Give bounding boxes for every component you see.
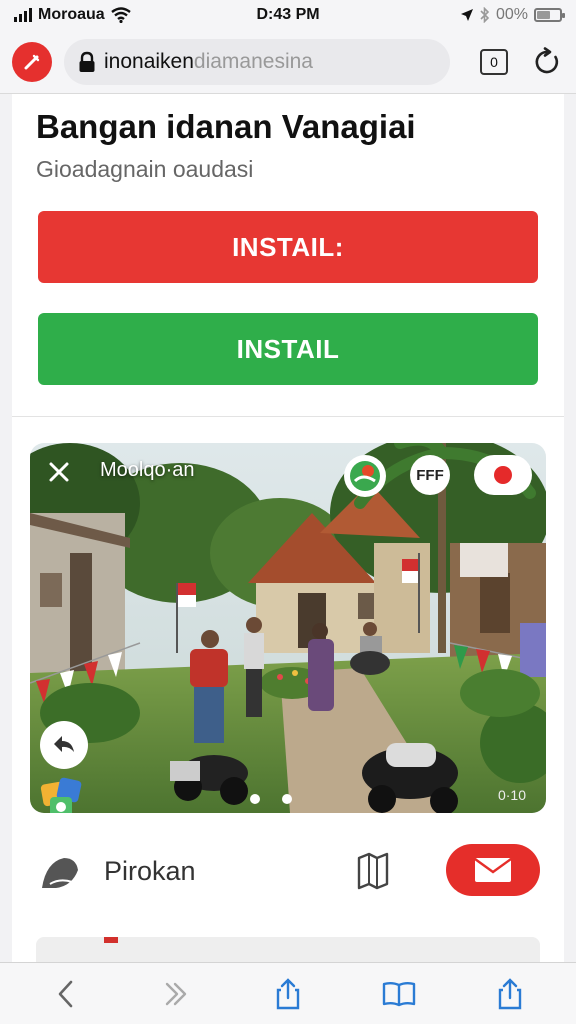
address-bar: inonaikendiamanesina 0 [0, 30, 576, 94]
carousel-dot [250, 794, 260, 804]
author-name[interactable]: Pirokan [104, 856, 196, 887]
install-button-red[interactable]: INSTAIL: [38, 211, 538, 283]
battery-percent: 00% [495, 6, 528, 23]
page-subtitle: Gioadagnain oaudasi [36, 156, 254, 182]
page-title: Bangan idanan Vanagiai [36, 108, 416, 145]
village-photo [30, 443, 546, 813]
record-icon[interactable] [474, 455, 532, 495]
media-counter: 0·10 [497, 787, 526, 803]
carousel-dots[interactable] [250, 794, 292, 804]
app-badge-icon[interactable] [38, 773, 86, 813]
media-caption: Moolqo·an [100, 459, 195, 481]
tabs-icon[interactable]: 0 [480, 48, 508, 75]
url-text: inonaikendiamanesina [104, 50, 313, 74]
divider [12, 416, 564, 417]
share-icon[interactable] [271, 977, 305, 1011]
bookmarks-icon[interactable] [382, 977, 416, 1011]
clock: D:43 PM [256, 6, 320, 23]
location-icon [460, 9, 473, 21]
battery-level [537, 11, 550, 19]
tab-count: 0 [490, 53, 498, 70]
reload-icon[interactable] [530, 45, 564, 79]
brand-logo-icon[interactable] [344, 455, 386, 497]
close-icon[interactable] [46, 459, 72, 485]
lock-icon [79, 51, 95, 72]
carrier-label: Moroaua [38, 6, 105, 23]
status-bar: Moroaua D:43 PM 00% [0, 0, 576, 30]
url-faded: diamanesina [193, 49, 313, 73]
reply-icon[interactable] [40, 721, 88, 769]
mail-icon [474, 858, 512, 882]
install-button-green[interactable]: INSTAIL [38, 313, 538, 385]
avatar-icon[interactable] [36, 850, 82, 896]
bookmark-icon[interactable] [356, 852, 390, 890]
battery-icon [534, 8, 565, 22]
site-logo-icon[interactable] [12, 41, 52, 82]
share-out-icon[interactable] [493, 977, 527, 1011]
media-card[interactable]: Moolqo·an FFF 0·10 [30, 443, 546, 813]
browser-toolbar [0, 962, 576, 1024]
url-main: inonaiken [104, 49, 194, 73]
carousel-dot [282, 794, 292, 804]
wifi-icon [110, 7, 131, 23]
web-page: Bangan idanan Vanagiai Gioadagnain oauda… [12, 94, 564, 962]
bluetooth-icon [480, 7, 490, 23]
forward-icon[interactable] [160, 977, 194, 1011]
signal-icon [14, 8, 32, 22]
media-badge[interactable]: FFF [410, 455, 450, 495]
back-icon[interactable] [49, 977, 83, 1011]
url-field[interactable]: inonaikendiamanesina [64, 38, 450, 85]
mail-button[interactable] [446, 844, 540, 896]
next-card[interactable] [36, 937, 540, 962]
